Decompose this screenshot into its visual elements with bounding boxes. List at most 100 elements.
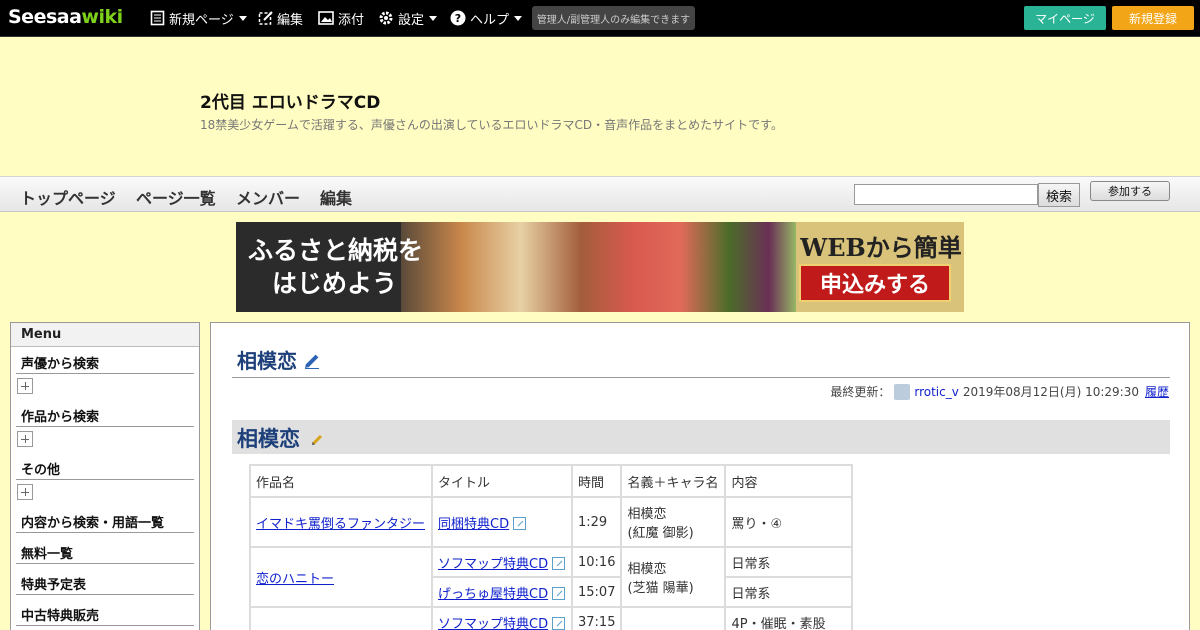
expand-plus-icon[interactable]	[17, 431, 33, 447]
table-header-row: 作品名 タイトル 時間 名義＋キャラ名 内容	[251, 466, 852, 496]
furusato-tax-ad-banner[interactable]: ふるさと納税を はじめよう WEBから簡単 申込みする	[236, 222, 964, 312]
header-time: 時間	[573, 466, 621, 496]
sidebar-item-content-search[interactable]: 内容から検索・用語一覧	[21, 512, 164, 531]
time-cell: 10:16	[573, 548, 621, 576]
divider	[16, 563, 194, 564]
help-icon: ?	[450, 10, 466, 26]
title-link[interactable]: げっちゅ屋特典CD	[438, 587, 548, 602]
edit-icon	[258, 11, 273, 25]
help-label: ヘルプ	[470, 12, 510, 28]
chevron-down-icon	[429, 15, 438, 21]
header-work: 作品名	[251, 466, 431, 496]
site-description: 18禁美少女ゲームで活躍する、声優さんの出演しているエロいドラマCD・音声作品を…	[200, 118, 783, 132]
history-link[interactable]: 履歴	[1145, 383, 1169, 400]
content-cell: 罵り・④	[726, 498, 852, 546]
logo-text-wiki: wiki	[81, 6, 123, 28]
content-cell: 4P・催眠・素股	[726, 608, 852, 630]
nav-members[interactable]: メンバー	[236, 185, 300, 209]
name-cell: 相模恋 (紅魔 御影)	[622, 498, 725, 546]
page-title: 相模恋	[237, 345, 320, 374]
updated-label: 最終更新：	[830, 385, 891, 399]
header-title: タイトル	[433, 466, 571, 496]
time-cell: 15:07	[573, 578, 621, 606]
title-link[interactable]: 同梱特典CD	[438, 517, 509, 532]
chevron-down-icon	[238, 15, 247, 21]
divider	[16, 532, 194, 533]
top-bar: Seesaawiki 新規ページ 編集 添付 設定 ? ヘルプ 管理人/副管理人…	[0, 0, 1200, 37]
search-input[interactable]	[854, 184, 1038, 205]
time-cell: 37:15	[573, 608, 621, 630]
sidebar-item-work-search[interactable]: 作品から検索	[21, 406, 99, 425]
new-page-menu[interactable]: 新規ページ	[150, 8, 247, 28]
work-link[interactable]: 恋のハニトー	[256, 572, 334, 587]
sidebar-item-seiyuu-search[interactable]: 声優から検索	[21, 353, 99, 372]
updated-date: 2019年08月12日(月) 10:29:30	[962, 385, 1139, 399]
banner-headline: ふるさと納税を はじめよう	[248, 234, 423, 300]
work-link[interactable]: イマドキ罵倒るファンタジー	[256, 517, 425, 532]
divider	[16, 479, 194, 480]
settings-menu[interactable]: 設定	[378, 8, 438, 28]
settings-label: 設定	[398, 12, 425, 28]
content-cell: 日常系	[726, 578, 852, 606]
attach-button[interactable]: 添付	[318, 8, 364, 28]
table-row: 恋のハニトー ソフマップ特典CD 10:16 相模恋 (芝猫 陽華) 日常系	[251, 548, 852, 606]
sidebar-item-other[interactable]: その他	[21, 459, 60, 478]
works-table: 作品名 タイトル 時間 名義＋キャラ名 内容 イマドキ罵倒るファンタジー 同梱特…	[249, 464, 854, 630]
help-menu[interactable]: ? ヘルプ	[450, 8, 523, 28]
title-divider	[232, 377, 1170, 378]
section-title-text: 相模恋	[237, 427, 300, 451]
expand-plus-icon[interactable]	[17, 378, 33, 394]
image-icon	[318, 11, 334, 25]
main-content: 相模恋 最終更新： rrotic_v 2019年08月12日(月) 10:29:…	[210, 322, 1190, 630]
voice-name: 相模恋	[627, 562, 667, 577]
nav-top-page[interactable]: トップページ	[20, 185, 116, 209]
external-link-icon[interactable]	[552, 586, 566, 600]
banner-food-image	[401, 222, 801, 312]
sidebar-item-bonus-schedule[interactable]: 特典予定表	[21, 574, 86, 593]
seesaa-wiki-logo[interactable]: Seesaawiki	[8, 6, 123, 28]
divider	[16, 625, 194, 626]
title-cell: ソフマップ特典CD	[433, 608, 571, 630]
expand-plus-icon[interactable]	[17, 484, 33, 500]
page-title-text: 相模恋	[237, 349, 297, 373]
divider	[16, 426, 194, 427]
title-link[interactable]: ソフマップ特典CD	[438, 557, 548, 572]
work-cell: 恋のハニトー	[251, 548, 431, 606]
edit-permission-note: 管理人/副管理人のみ編集できます	[532, 6, 695, 30]
name-cell: 相模恋 (芝猫 陽華)	[622, 548, 725, 606]
nav-edit[interactable]: 編集	[320, 185, 352, 209]
external-link-icon[interactable]	[552, 556, 566, 570]
banner-line2: はじめよう	[272, 269, 398, 298]
banner-apply-button[interactable]: 申込みする	[799, 264, 951, 302]
search-button[interactable]: 検索	[1038, 183, 1080, 207]
last-updated: 最終更新： rrotic_v 2019年08月12日(月) 10:29:30 履…	[830, 383, 1169, 400]
title-link[interactable]: ソフマップ特典CD	[438, 617, 548, 630]
pencil-icon[interactable]	[304, 353, 320, 369]
external-link-icon[interactable]	[552, 616, 566, 630]
time-cell: 1:29	[573, 498, 621, 546]
sidebar-item-used-bonus-sale[interactable]: 中古特典販売	[21, 605, 99, 624]
content-cell: 日常系	[726, 548, 852, 576]
external-link-icon[interactable]	[513, 516, 527, 530]
gear-icon	[379, 11, 393, 25]
nav-page-list[interactable]: ページ一覧	[136, 185, 216, 209]
edit-button[interactable]: 編集	[258, 8, 303, 28]
title-cell: げっちゅ屋特典CD	[433, 578, 571, 606]
site-title[interactable]: 2代目 エロいドラマCD	[200, 88, 380, 113]
join-button[interactable]: 参加する	[1090, 181, 1170, 201]
banner-web-text: WEBから簡単	[800, 233, 962, 262]
title-cell: 同梱特典CD	[433, 498, 571, 546]
menu-heading: Menu	[11, 323, 199, 347]
updated-user-link[interactable]: rrotic_v	[914, 385, 958, 399]
sidebar-item-free-list[interactable]: 無料一覧	[21, 543, 73, 562]
edit-label: 編集	[277, 12, 304, 28]
chevron-down-icon	[514, 15, 523, 21]
work-cell	[251, 608, 431, 630]
svg-text:?: ?	[455, 12, 461, 25]
signup-button[interactable]: 新規登録	[1112, 6, 1194, 30]
edit-pencil-icon[interactable]	[311, 434, 323, 446]
character-name: (紅魔 御影)	[627, 526, 694, 541]
mypage-button[interactable]: マイページ	[1024, 6, 1106, 30]
user-avatar-icon	[894, 383, 911, 400]
document-icon	[150, 10, 165, 26]
